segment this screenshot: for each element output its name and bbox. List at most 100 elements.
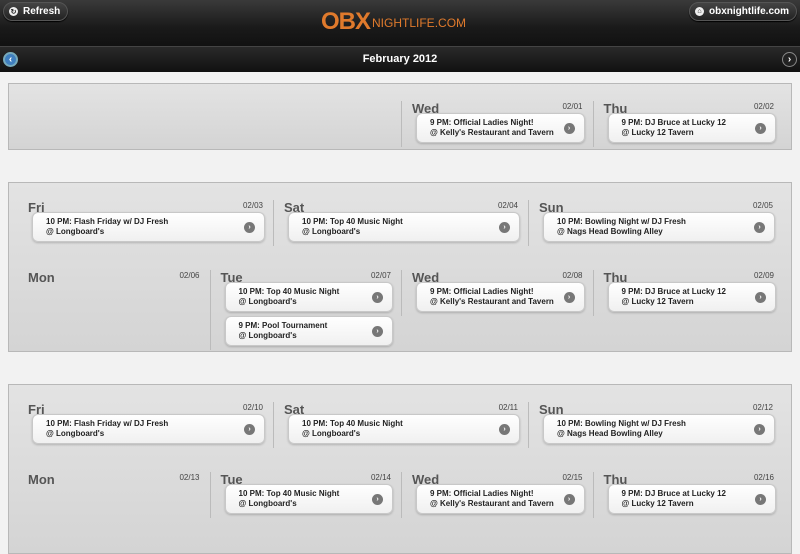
event-card[interactable]: 10 PM: Flash Friday w/ DJ Fresh @ Longboa… <box>32 414 265 444</box>
event-venue: @ Lucky 12 Tavern <box>621 499 694 508</box>
event-card[interactable]: 10 PM: Bowling Night w/ DJ Fresh @ Nags H… <box>543 414 775 444</box>
day-cell: Thu 02/09 9 PM: DJ Bruce at Lucky 12 @ Luck… <box>592 270 785 316</box>
refresh-icon: ↻ <box>9 7 18 16</box>
event-card[interactable]: 9 PM: DJ Bruce at Lucky 12 @ Lucky 12 Tav… <box>607 113 776 143</box>
event-card[interactable]: 9 PM: Official Ladies Night! @ Kelly's Re… <box>416 484 585 514</box>
event-title: 9 PM: DJ Bruce at Lucky 12 <box>621 489 726 498</box>
chevron-right-icon: › <box>755 292 766 303</box>
chevron-right-icon: › <box>754 222 765 233</box>
home-icon: ⌂ <box>695 7 704 16</box>
event-title: 10 PM: Bowling Night w/ DJ Fresh <box>557 419 686 428</box>
day-cell: Fri 02/03 10 PM: Flash Friday w/ DJ Fresh @… <box>18 200 273 246</box>
chevron-right-icon: › <box>563 292 575 303</box>
chevron-right-icon: › <box>244 424 255 435</box>
logo: OBX NIGHTLIFE.COM <box>321 6 466 36</box>
event-venue: @ Longboard's <box>238 499 297 508</box>
event-card[interactable]: 10 PM: Bowling Night w/ DJ Fresh @ Nags H… <box>543 212 775 242</box>
event-venue: @ Lucky 12 Tavern <box>621 297 694 306</box>
month-title: February 2012 <box>362 53 438 65</box>
day-date: 02/03 <box>242 201 263 210</box>
chevron-right-icon: › <box>244 222 255 233</box>
event-venue: @ Longboard's <box>302 429 361 438</box>
week-panel: Wed 02/01 9 PM: Official Ladies Night! @ Ke… <box>8 83 792 150</box>
event-card[interactable]: 9 PM: Pool Tournament @ Longboard's › <box>224 316 393 346</box>
site-link-button[interactable]: ⌂ obxnightlife.com <box>689 2 797 21</box>
event-venue: @ Longboard's <box>302 227 361 236</box>
day-date: 02/05 <box>752 201 773 210</box>
chevron-right-icon: › <box>372 326 383 337</box>
event-venue: @ Kelly's Restaurant and Tavern <box>430 499 554 508</box>
day-cell: Thu 02/02 9 PM: DJ Bruce at Lucky 12 @ Luck… <box>592 101 785 147</box>
event-title: 9 PM: Official Ladies Night! <box>430 287 534 296</box>
event-venue: @ Nags Head Bowling Alley <box>557 429 663 438</box>
day-date: 02/04 <box>497 201 518 210</box>
event-title: 10 PM: Flash Friday w/ DJ Fresh <box>46 217 169 226</box>
event-title: 9 PM: Official Ladies Night! <box>430 118 534 127</box>
day-date: 02/14 <box>370 473 391 482</box>
day-cell: Wed 02/08 9 PM: Official Ladies Night! @ Ke… <box>401 270 593 316</box>
month-nav: ‹ February 2012 › <box>0 46 800 72</box>
event-title: 10 PM: Top 40 Music Night <box>302 419 403 428</box>
chevron-right-icon: › <box>755 123 766 134</box>
day-cell: Tue 02/14 10 PM: Top 40 Music Night @ Longb… <box>209 472 402 518</box>
event-venue: @ Kelly's Restaurant and Tavern <box>430 128 554 137</box>
event-title: 10 PM: Flash Friday w/ DJ Fresh <box>46 419 169 428</box>
day-date: 02/11 <box>498 403 518 412</box>
day-name: Mon <box>28 270 55 285</box>
day-date: 02/16 <box>753 473 774 482</box>
day-date: 02/10 <box>242 403 263 412</box>
event-venue: @ Nags Head Bowling Alley <box>557 227 663 236</box>
next-month-button[interactable]: › <box>782 52 797 67</box>
event-card[interactable]: 10 PM: Top 40 Music Night @ Longboard's › <box>288 212 520 242</box>
day-cell: Fri 02/10 10 PM: Flash Friday w/ DJ Fresh @… <box>18 402 273 448</box>
day-date: 02/12 <box>752 403 773 412</box>
refresh-label: Refresh <box>23 6 61 17</box>
day-cell: Wed 02/01 9 PM: Official Ladies Night! @ Ke… <box>401 101 593 147</box>
event-title: 9 PM: Pool Tournament <box>238 321 328 330</box>
event-title: 10 PM: Bowling Night w/ DJ Fresh <box>557 217 686 226</box>
event-venue: @ Lucky 12 Tavern <box>621 128 694 137</box>
day-cell: Thu 02/16 9 PM: DJ Bruce at Lucky 12 @ Luck… <box>592 472 785 518</box>
chevron-right-icon: › <box>499 424 510 435</box>
event-title: 10 PM: Top 40 Music Night <box>302 217 403 226</box>
event-card[interactable]: 10 PM: Flash Friday w/ DJ Fresh @ Longboa… <box>32 212 265 242</box>
event-card[interactable]: 10 PM: Top 40 Music Night @ Longboard's › <box>288 414 520 444</box>
event-title: 9 PM: DJ Bruce at Lucky 12 <box>621 287 726 296</box>
week-panel: Fri 02/03 10 PM: Flash Friday w/ DJ Fresh @… <box>8 182 792 352</box>
chevron-right-icon: › <box>563 123 575 134</box>
day-cell: Sun 02/12 10 PM: Bowling Night w/ DJ Fresh… <box>528 402 783 448</box>
chevron-right-icon: › <box>787 54 792 65</box>
day-date: 02/02 <box>753 102 774 111</box>
day-name: Mon <box>28 472 55 487</box>
event-card[interactable]: 9 PM: Official Ladies Night! @ Kelly's Re… <box>416 113 585 143</box>
refresh-button[interactable]: ↻ Refresh <box>3 2 69 21</box>
logo-text: NIGHTLIFE.COM <box>372 16 467 30</box>
day-date: 02/13 <box>179 473 200 482</box>
day-cell: Tue 02/07 10 PM: Top 40 Music Night @ Longb… <box>209 270 402 350</box>
event-venue: @ Longboard's <box>238 297 297 306</box>
site-label: obxnightlife.com <box>709 6 789 17</box>
day-date: 02/07 <box>370 271 391 280</box>
day-date: 02/01 <box>562 102 583 111</box>
event-card[interactable]: 10 PM: Top 40 Music Night @ Longboard's › <box>224 282 393 312</box>
day-date: 02/06 <box>179 271 200 280</box>
day-cell: Mon 02/13 <box>18 472 210 518</box>
day-cell: Mon 02/06 <box>18 270 210 316</box>
event-title: 10 PM: Top 40 Music Night <box>238 287 340 296</box>
event-venue: @ Longboard's <box>46 227 105 236</box>
day-date: 02/15 <box>562 473 583 482</box>
day-date: 02/09 <box>753 271 774 280</box>
event-card[interactable]: 9 PM: DJ Bruce at Lucky 12 @ Lucky 12 Tav… <box>607 484 776 514</box>
event-title: 9 PM: DJ Bruce at Lucky 12 <box>621 118 726 127</box>
event-card[interactable]: 10 PM: Top 40 Music Night @ Longboard's › <box>224 484 393 514</box>
event-card[interactable]: 9 PM: Official Ladies Night! @ Kelly's Re… <box>416 282 585 312</box>
chevron-right-icon: › <box>754 424 765 435</box>
day-cell: Sat 02/11 10 PM: Top 40 Music Night @ Longb… <box>273 402 528 448</box>
event-card[interactable]: 9 PM: DJ Bruce at Lucky 12 @ Lucky 12 Tav… <box>607 282 776 312</box>
event-venue: @ Longboard's <box>46 429 105 438</box>
week-panel: Fri 02/10 10 PM: Flash Friday w/ DJ Fresh @… <box>8 384 792 554</box>
event-venue: @ Kelly's Restaurant and Tavern <box>430 297 554 306</box>
event-title: 9 PM: Official Ladies Night! <box>430 489 534 498</box>
event-venue: @ Longboard's <box>238 331 297 340</box>
event-title: 10 PM: Top 40 Music Night <box>238 489 340 498</box>
